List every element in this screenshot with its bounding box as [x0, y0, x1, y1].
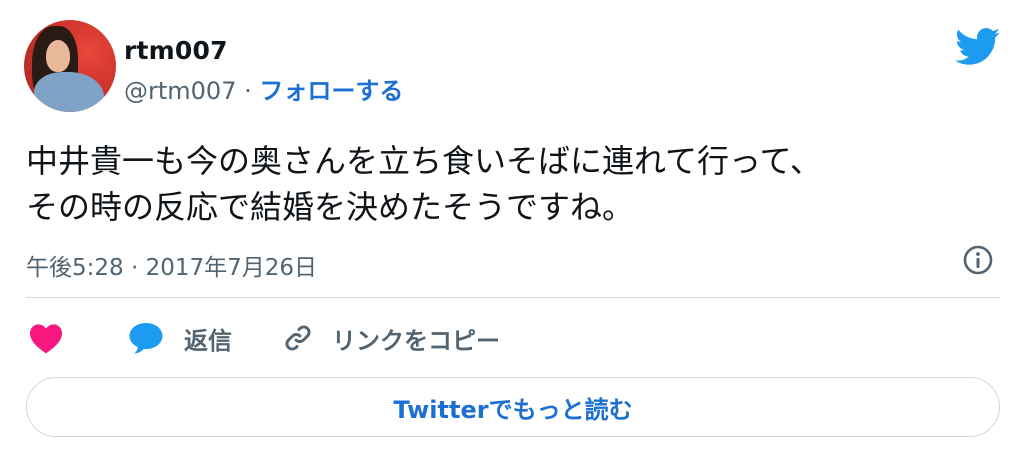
follow-link[interactable]: フォローする — [259, 77, 403, 105]
reply-button[interactable]: 返信 — [128, 318, 232, 358]
separator: · — [236, 77, 260, 105]
read-more-button[interactable]: Twitterでもっと読む — [26, 377, 1000, 437]
embedded-tweet-card: rtm007 @rtm007 · フォローする 中井貴一も今の奥さんを立ち食いそ… — [0, 0, 1024, 464]
copy-link-button[interactable]: リンクをコピー — [282, 318, 500, 358]
action-bar: 返信 リンクをコピー — [26, 318, 1006, 358]
tweet-text: 中井貴一も今の奥さんを立ち食いそばに連れて行って、 その時の反応で結婚を決めたそ… — [26, 138, 1006, 230]
like-button[interactable] — [28, 318, 64, 358]
avatar-body — [34, 72, 104, 112]
display-name[interactable]: rtm007 — [124, 36, 228, 65]
user-handle[interactable]: @rtm007 — [124, 77, 236, 105]
avatar-face — [46, 40, 70, 72]
copy-link-label: リンクをコピー — [332, 326, 500, 355]
speech-bubble-icon — [129, 323, 163, 354]
link-icon — [285, 325, 311, 351]
info-icon[interactable] — [962, 244, 994, 276]
divider — [26, 297, 1000, 298]
handle-row: @rtm007 · フォローする — [124, 71, 403, 106]
reply-label: 返信 — [184, 326, 232, 355]
avatar[interactable] — [24, 20, 116, 112]
tweet-line: その時の反応で結婚を決めたそうですね。 — [26, 188, 635, 226]
tweet-line: 中井貴一も今の奥さんを立ち食いそばに連れて行って、 — [26, 142, 822, 180]
timestamp[interactable]: 午後5:28 · 2017年7月26日 — [26, 248, 317, 282]
heart-icon — [30, 324, 62, 354]
twitter-bird-icon[interactable] — [955, 28, 1001, 66]
